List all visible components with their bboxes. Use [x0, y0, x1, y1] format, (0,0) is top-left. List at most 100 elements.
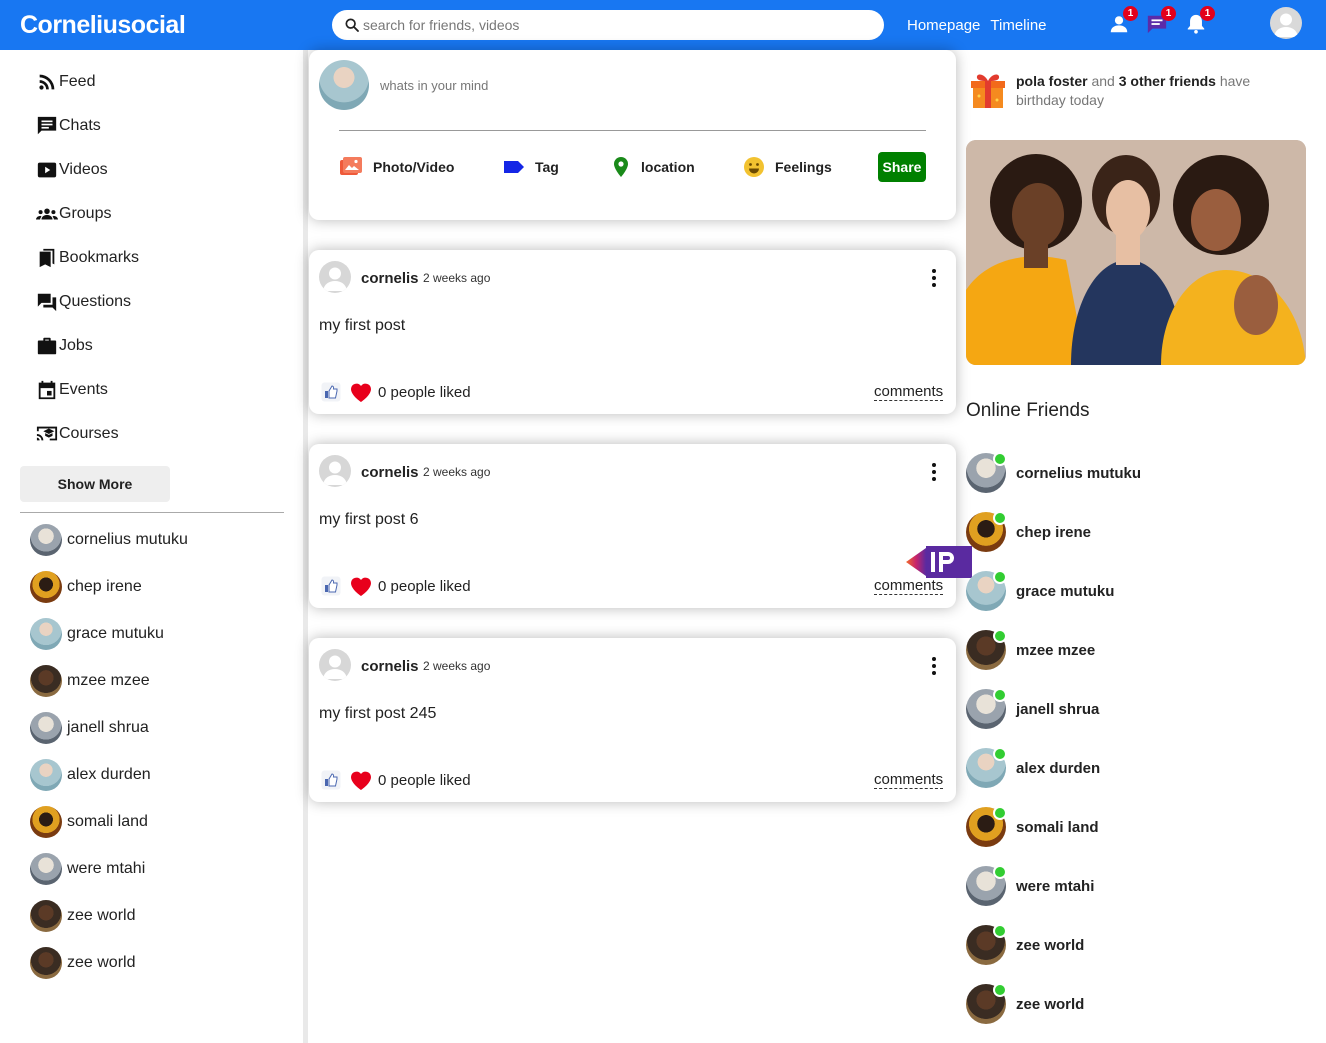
friend-name: somali land [67, 813, 148, 830]
more-vertical-icon[interactable] [925, 462, 943, 482]
friend-item[interactable]: alex durden [30, 759, 151, 791]
thumbs-up-icon[interactable] [321, 770, 341, 790]
online-friend-item[interactable]: were mtahi [966, 865, 1094, 906]
ip-extension-logo[interactable] [906, 546, 972, 578]
notifications-button[interactable]: 1 [1185, 6, 1215, 35]
birthday-name[interactable]: pola foster [1016, 73, 1088, 89]
online-friend-item[interactable]: alex durden [966, 747, 1100, 788]
likes-count: 0 people liked [378, 578, 471, 595]
avatar[interactable] [319, 261, 351, 293]
comments-link[interactable]: comments [874, 772, 944, 789]
search-input[interactable] [363, 16, 863, 34]
show-more-button[interactable]: Show More [20, 466, 170, 502]
avatar [30, 712, 62, 744]
online-friends-title: Online Friends [966, 400, 1090, 421]
online-friend-item[interactable]: mzee mzee [966, 629, 1095, 670]
friend-item[interactable]: somali land [30, 806, 148, 838]
post-time: 2 weeks ago [423, 271, 491, 285]
post-author[interactable]: cornelis [361, 658, 419, 675]
photo-video-option[interactable]: Photo/Video [339, 155, 454, 179]
online-friend-item[interactable]: zee world [966, 924, 1084, 965]
online-indicator [993, 570, 1007, 584]
sidebar-item-jobs[interactable]: Jobs [36, 334, 93, 358]
thumbs-up-icon[interactable] [321, 382, 341, 402]
friend-name: mzee mzee [67, 672, 150, 689]
sidebar-item-feed[interactable]: Feed [36, 70, 95, 94]
online-friend-name: chep irene [1016, 523, 1092, 541]
comments-link[interactable]: comments [874, 384, 944, 401]
more-vertical-icon[interactable] [925, 656, 943, 676]
sidebar-item-videos[interactable]: Videos [36, 158, 108, 182]
friends-photo [966, 140, 1306, 365]
friend-item[interactable]: grace mutuku [30, 618, 164, 650]
app-logo[interactable]: Corneliusocial [20, 11, 186, 40]
post-author[interactable]: cornelis [361, 270, 419, 287]
online-friend-item[interactable]: zee world [966, 983, 1084, 1024]
online-friend-item[interactable]: grace mutuku [966, 570, 1114, 611]
tag-option[interactable]: Tag [503, 155, 559, 179]
online-indicator [993, 511, 1007, 525]
post-author[interactable]: cornelis [361, 464, 419, 481]
sidebar-item-courses[interactable]: Courses [36, 422, 119, 446]
online-friend-item[interactable]: chep irene [966, 511, 1092, 552]
sidebar-item-bookmarks[interactable]: Bookmarks [36, 246, 139, 270]
heart-icon[interactable] [349, 575, 373, 597]
avatar [966, 747, 1007, 788]
sidebar-item-label: Questions [59, 293, 132, 310]
top-links: Homepage Timeline [907, 17, 1057, 34]
heart-icon[interactable] [349, 381, 373, 403]
avatar[interactable] [319, 455, 351, 487]
avatar [30, 947, 62, 979]
avatar[interactable] [319, 649, 351, 681]
online-friend-item[interactable]: somali land [966, 806, 1099, 847]
location-option[interactable]: location [611, 155, 695, 179]
friend-item[interactable]: chep irene [30, 571, 142, 603]
profile-avatar[interactable] [1270, 7, 1302, 39]
heart-icon[interactable] [349, 769, 373, 791]
online-friend-item[interactable]: janell shrua [966, 688, 1099, 729]
search-icon [345, 18, 359, 32]
avatar [966, 865, 1007, 906]
default-user-icon [323, 461, 347, 485]
friend-item[interactable]: zee world [30, 900, 135, 932]
friend-requests-button[interactable]: 1 [1108, 6, 1138, 35]
sidebar-item-chats[interactable]: Chats [36, 114, 101, 138]
option-label: Photo/Video [373, 159, 455, 175]
friend-item[interactable]: were mtahi [30, 853, 145, 885]
online-friend-item[interactable]: cornelius mutuku [966, 452, 1141, 493]
share-button[interactable]: Share [878, 152, 926, 182]
search-bar[interactable] [332, 10, 884, 40]
homepage-link[interactable]: Homepage [907, 17, 980, 34]
friend-item[interactable]: mzee mzee [30, 665, 150, 697]
timeline-link[interactable]: Timeline [990, 17, 1046, 34]
avatar [30, 759, 62, 791]
sidebar-item-events[interactable]: Events [36, 378, 108, 402]
friend-item[interactable]: cornelius mutuku [30, 524, 188, 556]
sidebar-item-label: Courses [59, 425, 119, 442]
comments-link[interactable]: comments [874, 578, 944, 595]
share-card: whats in your mind Photo/Video Tag locat… [309, 50, 956, 220]
avatar [30, 853, 62, 885]
post-time: 2 weeks ago [423, 659, 491, 673]
friend-item[interactable]: janell shrua [30, 712, 149, 744]
questions-icon [37, 293, 57, 312]
courses-icon [36, 426, 58, 441]
birthday-others[interactable]: 3 other friends [1119, 73, 1216, 89]
promo-image[interactable] [966, 140, 1306, 365]
friend-item[interactable]: zee world [30, 947, 135, 979]
smile-emoji-icon [744, 157, 764, 177]
sidebar-item-groups[interactable]: Groups [36, 202, 111, 226]
sidebar-item-questions[interactable]: Questions [36, 290, 131, 314]
more-vertical-icon[interactable] [925, 268, 943, 288]
friend-name: janell shrua [67, 719, 149, 736]
thumbs-up-icon[interactable] [321, 576, 341, 596]
avatar [966, 570, 1007, 611]
option-label: location [641, 159, 695, 175]
messages-button[interactable]: 1 [1146, 6, 1176, 35]
messages-badge: 1 [1161, 6, 1176, 21]
friend-name: grace mutuku [67, 625, 164, 642]
avatar [30, 524, 62, 556]
feelings-option[interactable]: Feelings [743, 155, 832, 179]
sidebar-scrollbar[interactable] [303, 50, 308, 1043]
share-input[interactable]: whats in your mind [380, 78, 488, 93]
